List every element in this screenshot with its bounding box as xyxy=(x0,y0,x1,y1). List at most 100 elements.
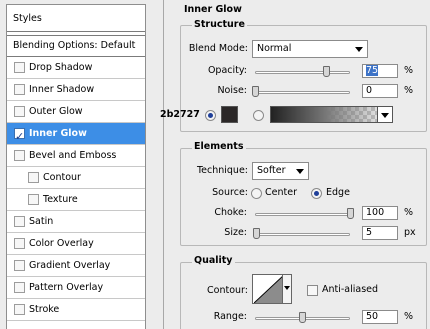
effect-checkbox[interactable] xyxy=(28,194,39,205)
blend-mode-value: Normal xyxy=(257,43,292,54)
noise-unit: % xyxy=(404,85,414,96)
solid-color-radio[interactable] xyxy=(205,110,216,121)
source-label: Source: xyxy=(212,187,248,198)
effect-item-drop-shadow[interactable]: Drop Shadow xyxy=(7,57,145,79)
choke-slider-thumb[interactable] xyxy=(346,208,354,219)
noise-slider-track[interactable] xyxy=(255,91,350,94)
size-slider-track[interactable] xyxy=(255,233,350,236)
choke-unit: % xyxy=(404,207,414,218)
effect-checkbox[interactable] xyxy=(14,84,25,95)
technique-value: Softer xyxy=(257,165,286,176)
effect-checkbox[interactable] xyxy=(14,304,25,315)
effect-item-inner-shadow[interactable]: Inner Shadow xyxy=(7,79,145,101)
effect-label: Gradient Overlay xyxy=(29,260,111,271)
effect-item-contour[interactable]: Contour xyxy=(7,167,145,189)
noise-slider-thumb[interactable] xyxy=(251,86,259,97)
effect-label: Contour xyxy=(43,172,81,183)
effect-label: Drop Shadow xyxy=(29,62,93,73)
size-input[interactable]: 5 xyxy=(362,226,398,240)
elements-title: Elements xyxy=(192,141,246,152)
source-center-radio[interactable] xyxy=(251,188,262,199)
range-slider-thumb[interactable] xyxy=(299,312,306,323)
effect-label: Bevel and Emboss xyxy=(29,150,117,161)
chevron-down-icon xyxy=(355,47,363,52)
section-title: Inner Glow xyxy=(184,4,242,15)
gradient-dropdown-button[interactable] xyxy=(377,106,393,123)
noise-input[interactable]: 0 xyxy=(362,84,398,98)
size-unit: px xyxy=(404,227,416,238)
effect-item-color-overlay[interactable]: Color Overlay xyxy=(7,233,145,255)
noise-value: 0 xyxy=(366,85,373,96)
effect-checkbox[interactable] xyxy=(14,260,25,271)
blending-options-item[interactable]: Blending Options: Default xyxy=(7,35,145,57)
anti-aliased-checkbox[interactable] xyxy=(307,285,318,296)
effect-item-satin[interactable]: Satin xyxy=(7,211,145,233)
opacity-unit: % xyxy=(404,65,414,76)
effect-label: Stroke xyxy=(29,304,60,315)
blend-mode-label: Blend Mode: xyxy=(188,43,248,54)
opacity-input[interactable]: 75 xyxy=(362,64,398,78)
source-center-label: Center xyxy=(265,187,297,198)
contour-curve-icon xyxy=(254,275,284,303)
range-unit: % xyxy=(404,311,414,322)
effect-checkbox[interactable] xyxy=(28,172,39,183)
effect-checkbox[interactable] xyxy=(14,62,25,73)
chevron-down-icon xyxy=(381,113,389,118)
effect-item-pattern-overlay[interactable]: Pattern Overlay xyxy=(7,277,145,299)
structure-title: Structure xyxy=(192,19,247,30)
effect-label: Texture xyxy=(43,194,78,205)
gradient-preview[interactable] xyxy=(270,106,393,123)
color-hex-label: 2b2727 xyxy=(160,109,200,120)
contour-picker[interactable] xyxy=(252,274,292,304)
opacity-label: Opacity: xyxy=(207,65,247,76)
chevron-down-icon xyxy=(296,169,304,174)
checkmark-icon: ✓ xyxy=(15,130,25,143)
effect-item-outer-glow[interactable]: Outer Glow xyxy=(7,101,145,123)
anti-aliased-label: Anti-aliased xyxy=(322,284,379,295)
effect-item-bevel-and-emboss[interactable]: Bevel and Emboss xyxy=(7,145,145,167)
choke-slider-track[interactable] xyxy=(255,213,350,216)
size-label: Size: xyxy=(224,227,247,238)
size-slider-thumb[interactable] xyxy=(253,228,261,239)
effect-checkbox[interactable] xyxy=(14,282,25,293)
effect-item-inner-glow[interactable]: ✓ Inner Glow xyxy=(7,123,145,145)
range-input[interactable]: 50 xyxy=(362,310,398,324)
effect-checkbox[interactable] xyxy=(14,150,25,161)
choke-input[interactable]: 100 xyxy=(362,206,398,220)
chevron-down-icon xyxy=(284,286,290,290)
source-edge-radio[interactable] xyxy=(311,188,322,199)
effect-label: Outer Glow xyxy=(29,106,83,117)
effect-label: Inner Glow xyxy=(29,128,87,139)
contour-dropdown-button[interactable] xyxy=(282,275,291,303)
effect-checkbox[interactable]: ✓ xyxy=(14,128,25,143)
effect-label: Inner Shadow xyxy=(29,84,95,95)
styles-header[interactable]: Styles xyxy=(7,5,145,32)
contour-label: Contour: xyxy=(207,285,248,296)
effect-label: Satin xyxy=(29,216,54,227)
gradient-radio[interactable] xyxy=(253,110,264,121)
choke-label: Choke: xyxy=(214,207,247,218)
styles-list-panel: Styles Blending Options: Default Drop Sh… xyxy=(6,4,146,329)
effect-item-texture[interactable]: Texture xyxy=(7,189,145,211)
blend-mode-dropdown[interactable]: Normal xyxy=(252,40,368,58)
choke-value: 100 xyxy=(366,207,385,218)
range-value: 50 xyxy=(366,311,379,322)
technique-dropdown[interactable]: Softer xyxy=(252,162,309,180)
opacity-slider-thumb[interactable] xyxy=(322,66,330,77)
effect-checkbox[interactable] xyxy=(14,106,25,117)
quality-title: Quality xyxy=(192,255,235,266)
range-label: Range: xyxy=(213,311,247,322)
effect-item-stroke[interactable]: Stroke xyxy=(7,299,145,321)
color-swatch[interactable] xyxy=(221,106,238,123)
effect-checkbox[interactable] xyxy=(14,238,25,249)
effect-label: Color Overlay xyxy=(29,238,94,249)
opacity-slider-track[interactable] xyxy=(255,71,350,74)
effect-item-gradient-overlay[interactable]: Gradient Overlay xyxy=(7,255,145,277)
effect-checkbox[interactable] xyxy=(14,216,25,227)
source-edge-label: Edge xyxy=(326,187,350,198)
technique-label: Technique: xyxy=(196,165,248,176)
opacity-value: 75 xyxy=(366,65,379,76)
size-value: 5 xyxy=(366,227,373,238)
effects-list: Drop Shadow Inner Shadow Outer Glow ✓ Inner … xyxy=(7,57,145,321)
inner-glow-settings-panel: Inner Glow Structure Blend Mode: Normal … xyxy=(160,0,430,329)
